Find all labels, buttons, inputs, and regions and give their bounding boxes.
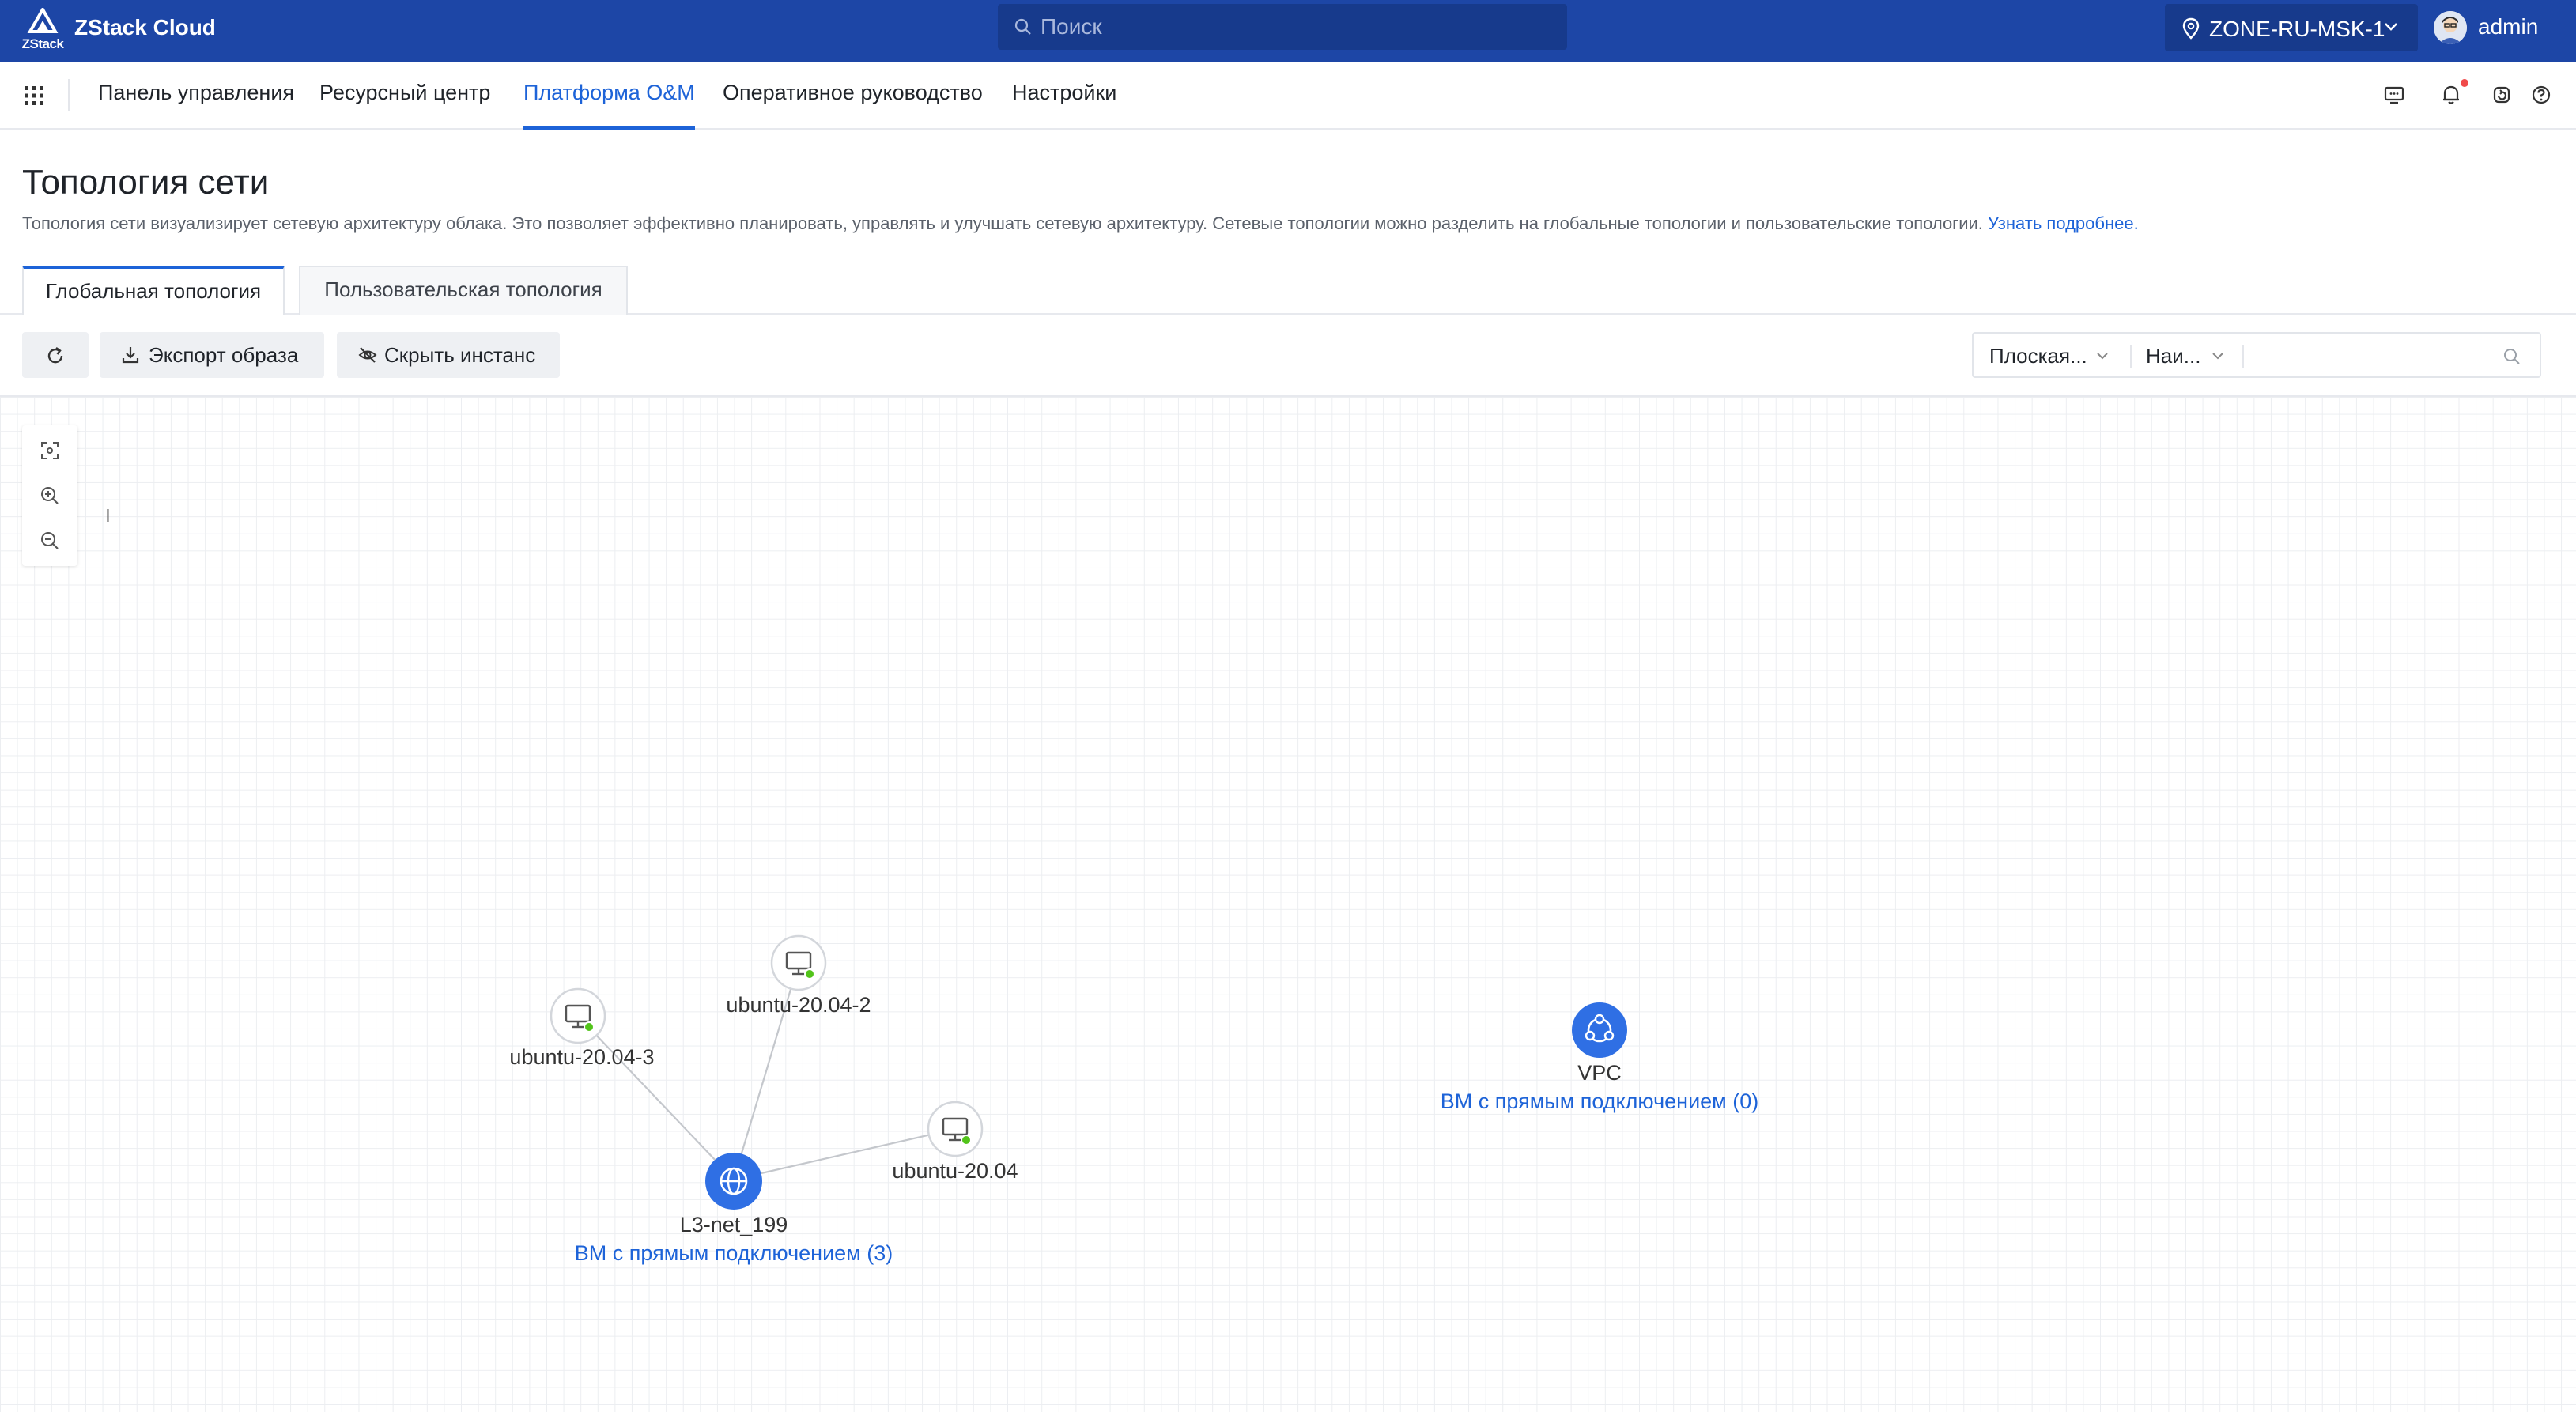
export-image-label: Экспорт образа xyxy=(149,343,299,367)
monitor-icon xyxy=(770,934,827,991)
refresh-icon xyxy=(47,347,63,364)
nav-settings[interactable]: Настройки xyxy=(1012,81,1116,130)
search-input[interactable] xyxy=(1041,4,1554,50)
brand-name: ZStack Cloud xyxy=(74,15,216,40)
chevron-down-icon xyxy=(2212,353,2223,360)
vm-node-ubuntu-20-04[interactable] xyxy=(926,1100,984,1158)
filter-search-input[interactable] xyxy=(2250,340,2487,372)
monitor-icon xyxy=(927,1101,984,1157)
nav-dashboard[interactable]: Панель управления xyxy=(98,81,294,130)
canvas-stray-text: l xyxy=(106,506,110,526)
global-search[interactable] xyxy=(998,4,1567,50)
location-pin-icon xyxy=(2182,17,2200,40)
export-image-button[interactable]: Экспорт образа xyxy=(100,332,324,378)
page-title: Топология сети xyxy=(22,163,270,202)
hide-instance-button[interactable]: Скрыть инстанс xyxy=(337,332,560,378)
topology-canvas[interactable] xyxy=(0,395,2576,1412)
top-header: ZStack ZStack Cloud ZONE-RU-MSK-1 admin xyxy=(0,0,2576,62)
vm-label-ubuntu-20-04-2: ubuntu-20.04-2 xyxy=(726,993,871,1017)
zoom-in-icon[interactable] xyxy=(39,485,61,507)
vm-node-ubuntu-20-04-2[interactable] xyxy=(769,934,828,992)
layout-select[interactable]: Плоская... xyxy=(1989,344,2087,368)
nav-operations-guide[interactable]: Оперативное руководство xyxy=(723,81,983,130)
topology-filter: Плоская... Наи... xyxy=(1972,332,2541,378)
l3-connected-vms-link[interactable]: ВМ с прямым подключением (3) xyxy=(575,1241,893,1266)
user-avatar[interactable] xyxy=(2434,11,2467,44)
refresh-cycle-icon[interactable] xyxy=(2489,82,2514,108)
chevron-down-icon xyxy=(2385,23,2397,31)
page-description-text: Топология сети визуализирует сетевую арх… xyxy=(22,213,1983,233)
search-icon[interactable] xyxy=(2502,346,2522,367)
nav-om-platform[interactable]: Платформа O&M xyxy=(523,81,695,130)
nav-divider xyxy=(68,79,70,111)
vpc-label: VPC xyxy=(1577,1061,1622,1085)
notification-dot xyxy=(2461,79,2468,87)
download-icon xyxy=(122,347,139,364)
main-nav: Панель управления Ресурсный центр Платфо… xyxy=(0,62,2576,130)
vpc-icon xyxy=(1572,1002,1627,1058)
help-icon[interactable] xyxy=(2529,82,2554,108)
zoom-controls xyxy=(22,425,77,566)
vm-node-ubuntu-20-04-3[interactable] xyxy=(549,987,607,1045)
chevron-down-icon xyxy=(2097,353,2108,360)
eye-off-icon xyxy=(358,347,377,363)
zstack-logo[interactable]: ZStack xyxy=(21,6,65,54)
apps-grid-icon[interactable] xyxy=(24,85,44,106)
learn-more-link[interactable]: Узнать подробнее. xyxy=(1988,213,2139,233)
hide-instance-label: Скрыть инстанс xyxy=(384,343,536,367)
l3-network-node[interactable] xyxy=(704,1151,764,1211)
vm-label-ubuntu-20-04-3: ubuntu-20.04-3 xyxy=(509,1045,655,1069)
bell-icon[interactable] xyxy=(2438,82,2464,108)
fit-view-icon[interactable] xyxy=(39,440,61,462)
l3-network-label: L3-net_199 xyxy=(679,1213,788,1236)
zoom-out-icon[interactable] xyxy=(39,530,61,552)
globe-icon xyxy=(705,1153,762,1210)
screen-icon[interactable] xyxy=(2381,82,2407,108)
vpc-connected-vms-link[interactable]: ВМ с прямым подключением (0) xyxy=(1441,1089,1758,1114)
vpc-node[interactable] xyxy=(1570,1001,1629,1059)
username[interactable]: admin xyxy=(2478,14,2538,40)
filter-divider xyxy=(2242,345,2244,368)
vm-label-ubuntu-20-04: ubuntu-20.04 xyxy=(892,1159,1018,1183)
tab-custom-topology[interactable]: Пользовательская топология xyxy=(299,266,628,315)
zone-selector[interactable]: ZONE-RU-MSK-1 xyxy=(2165,4,2418,51)
nav-resource-center[interactable]: Ресурсный центр xyxy=(319,81,490,130)
zone-label: ZONE-RU-MSK-1 xyxy=(2209,17,2385,41)
logo-text: ZStack xyxy=(21,36,64,51)
tab-global-topology[interactable]: Глобальная топология xyxy=(22,266,285,315)
logo-mark-icon xyxy=(27,6,59,33)
avatar-icon xyxy=(2434,11,2467,44)
monitor-icon xyxy=(550,987,606,1044)
page-description: Топология сети визуализирует сетевую арх… xyxy=(22,213,2139,234)
filter-divider xyxy=(2130,345,2132,368)
search-icon xyxy=(1014,18,1031,35)
field-select[interactable]: Наи... xyxy=(2146,344,2200,368)
refresh-button[interactable] xyxy=(22,332,89,378)
